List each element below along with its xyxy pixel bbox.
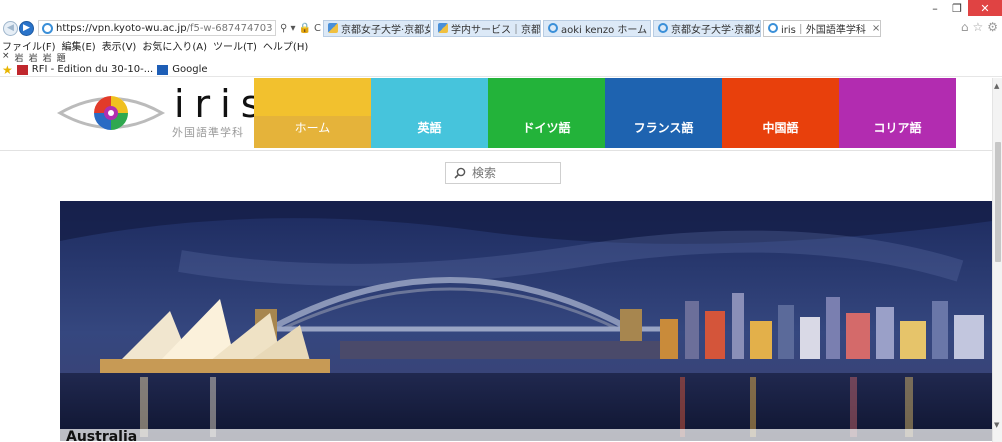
sydney-harbour-image bbox=[60, 201, 992, 441]
forward-button[interactable]: ▶ bbox=[19, 20, 34, 36]
tab-label: 京都女子大学·京都女... bbox=[670, 24, 760, 36]
home-icon[interactable]: ⌂ bbox=[961, 20, 969, 34]
ie-icon bbox=[767, 23, 778, 33]
favorite-google-link[interactable]: Google bbox=[172, 64, 207, 75]
close-window-button[interactable]: ✕ bbox=[968, 0, 1002, 16]
favorites-star-icon[interactable]: ★ bbox=[2, 63, 13, 77]
main-nav: ホーム 英語 ドイツ語 フランス語 中国語 コリア語 bbox=[254, 78, 956, 148]
back-button[interactable]: ◀ bbox=[3, 20, 18, 36]
kwu-icon bbox=[437, 23, 448, 33]
eye-logo-icon bbox=[56, 96, 166, 130]
tab-label: 京都女子大学·京都女... bbox=[340, 24, 430, 36]
nav-tile-label: コリア語 bbox=[873, 121, 922, 135]
search-box[interactable] bbox=[445, 162, 561, 184]
nav-tile-label: ドイツ語 bbox=[522, 121, 571, 135]
ie-icon bbox=[547, 23, 558, 33]
menu-edit[interactable]: 編集(E) bbox=[62, 38, 96, 53]
nav-tile-5[interactable]: コリア語 bbox=[839, 78, 956, 148]
refresh-icon[interactable]: C bbox=[314, 23, 321, 34]
menu-view[interactable]: 表示(V) bbox=[102, 38, 137, 53]
nav-tile-0[interactable]: ホーム bbox=[254, 78, 371, 148]
site-header: iris 外国語準学科 ホーム 英語 ドイツ語 フランス語 中国語 コリア語 bbox=[40, 78, 970, 148]
tab-label: iris｜外国語準学科 bbox=[780, 24, 866, 36]
address-bar[interactable]: https://vpn.kyoto-wu.ac.jp /f5-w-6874747… bbox=[38, 20, 276, 36]
page-content: iris 外国語準学科 ホーム 英語 ドイツ語 フランス語 中国語 コリア語 検… bbox=[0, 78, 1002, 442]
address-path: /f5-w-687474703 bbox=[186, 22, 273, 34]
browser-tab[interactable]: aoki kenzo ホーム bbox=[542, 19, 651, 37]
vertical-scrollbar[interactable]: ▲ ▼ bbox=[992, 78, 1002, 442]
nav-tile-2[interactable]: ドイツ語 bbox=[488, 78, 605, 148]
gear-icon[interactable]: ⚙ bbox=[987, 20, 998, 34]
address-host: https://vpn.kyoto-wu.ac.jp bbox=[56, 22, 187, 34]
google-icon bbox=[157, 64, 169, 75]
menu-help[interactable]: ヘルプ(H) bbox=[263, 38, 308, 53]
kwu-icon bbox=[327, 23, 338, 33]
nav-tile-label: ホーム bbox=[294, 121, 331, 135]
header-divider bbox=[0, 150, 1002, 151]
minimize-button[interactable]: – bbox=[924, 0, 946, 16]
scroll-thumb[interactable] bbox=[995, 142, 1001, 262]
hero-banner[interactable]: Australia bbox=[60, 201, 992, 441]
favorites-bar: ★ RFI - Edition du 30-10-... Google bbox=[0, 63, 1002, 77]
star-icon[interactable]: ☆ bbox=[972, 20, 983, 34]
address-tab-row: ◀ ▶ https://vpn.kyoto-wu.ac.jp /f5-w-687… bbox=[0, 19, 1002, 37]
tab-strip: 京都女子大学·京都女... 学内サービス｜京都女... aoki kenzo ホーム… bbox=[321, 19, 881, 37]
toolbar-right-icons: ⌂ ☆ ⚙ bbox=[961, 20, 998, 34]
back-arrow-icon: ◀ bbox=[7, 23, 14, 33]
browser-tab[interactable]: 京都女子大学·京都女... bbox=[322, 19, 431, 37]
forward-arrow-icon: ▶ bbox=[23, 23, 30, 33]
site-logo[interactable]: iris 外国語準学科 bbox=[56, 84, 261, 144]
browser-tab[interactable]: 学内サービス｜京都女... bbox=[432, 19, 541, 37]
maximize-button[interactable]: ❐ bbox=[946, 0, 968, 16]
nav-tile-3[interactable]: フランス語 bbox=[605, 78, 722, 148]
nav-tile-1[interactable]: 英語 bbox=[371, 78, 488, 148]
ie-icon bbox=[657, 23, 668, 33]
menu-favorites[interactable]: お気に入り(A) bbox=[142, 38, 207, 53]
browser-tab[interactable]: iris｜外国語準学科 × bbox=[762, 19, 881, 37]
tab-label: aoki kenzo ホーム bbox=[560, 24, 648, 36]
lock-icon[interactable]: 🔒 bbox=[299, 23, 311, 34]
address-tools: ⚲ ▾ 🔒 C bbox=[280, 23, 321, 34]
rfi-icon bbox=[16, 64, 28, 75]
scroll-down-icon[interactable]: ▼ bbox=[994, 421, 999, 429]
banner-caption: Australia bbox=[60, 429, 992, 441]
search-input[interactable] bbox=[472, 166, 552, 180]
browser-tab[interactable]: 京都女子大学·京都女... bbox=[652, 19, 761, 37]
favorite-rfi-link[interactable]: RFI - Edition du 30-10-... bbox=[32, 64, 153, 75]
window-controls: – ❐ ✕ bbox=[924, 0, 1002, 16]
ie-page-icon bbox=[42, 22, 53, 34]
tab-label: 学内サービス｜京都女... bbox=[450, 24, 541, 36]
search-dropdown-icon[interactable]: ⚲ ▾ bbox=[280, 23, 296, 34]
nav-tile-label: フランス語 bbox=[633, 121, 694, 135]
tab-close-icon[interactable]: × bbox=[872, 23, 880, 34]
scroll-up-icon[interactable]: ▲ bbox=[994, 82, 999, 90]
logo-subtitle: 外国語準学科 bbox=[172, 126, 244, 139]
menu-tools[interactable]: ツール(T) bbox=[213, 38, 257, 53]
nav-tile-label: 英語 bbox=[417, 121, 442, 135]
nav-tile-4[interactable]: 中国語 bbox=[722, 78, 839, 148]
search-icon bbox=[454, 167, 466, 179]
nav-tile-label: 中国語 bbox=[762, 121, 799, 135]
